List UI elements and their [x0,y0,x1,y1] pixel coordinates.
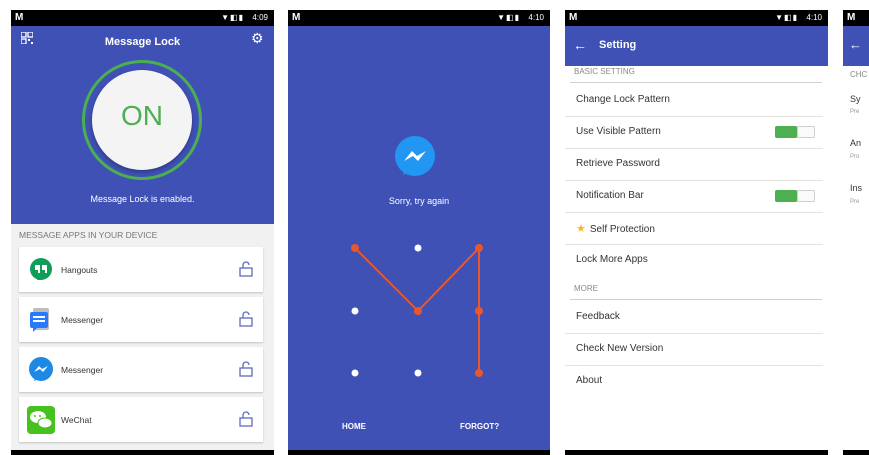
check-new-version-row[interactable]: Check New Version [565,333,823,366]
row-label: About [576,375,603,386]
hangouts-icon [30,258,52,280]
change-lock-pattern-row[interactable]: Change Lock Pattern [565,84,823,117]
message-lock-home-screen: M ▼◧▮ 4:09 Message Lock ⚙ ON Message Loc… [11,10,274,455]
gmail-icon: M [15,12,24,23]
gmail-icon: M [847,12,856,23]
app-name: Hangouts [61,265,98,275]
pattern-dot [475,244,483,252]
back-arrow-icon[interactable]: ← [573,37,587,53]
toggle-track-on [775,126,797,138]
status-time: 4:09 [252,13,268,22]
star-icon: ★ [576,223,586,235]
nav-bar [11,450,274,455]
status-bar: M [843,10,869,26]
unlocked-padlock-icon[interactable] [239,361,253,377]
about-row[interactable]: About [565,365,823,397]
nav-bar [565,450,828,455]
facebook-messenger-icon [29,357,53,381]
signal-icons: ▼◧▮ [775,13,798,22]
feedback-row[interactable]: Feedback [565,301,823,334]
list-item-subtitle: Pre [850,199,860,205]
back-arrow-icon[interactable]: ← [849,37,862,52]
more-header: MORE [574,284,598,293]
pattern-dot [351,244,359,252]
page-title: Setting [599,39,637,51]
pattern-dot [475,307,483,315]
pattern-dot [414,244,422,252]
list-item-title[interactable]: Ins [850,183,862,193]
row-label: Retrieve Password [576,158,660,169]
section-header: CHC [850,70,868,79]
pattern-dot [351,369,359,377]
row-label: Lock More Apps [576,254,648,265]
retrieve-password-row[interactable]: Retrieve Password [565,148,823,181]
row-label: Check New Version [576,343,664,354]
toggle-state-label: ON [121,100,163,131]
nav-bar [288,450,550,455]
status-time: 4:10 [806,13,822,22]
home-button[interactable]: HOME [342,422,366,431]
row-label: Change Lock Pattern [576,94,670,105]
pattern-grid[interactable] [288,10,550,455]
status-message: Message Lock is enabled. [90,194,195,204]
status-bar: M ▼◧▮ 4:10 [565,10,828,26]
row-label: Self Protection [589,224,655,235]
row-label-wrap: ★ Self Protection [576,222,655,235]
list-item-title[interactable]: An [850,138,861,148]
app-name: WeChat [61,415,92,425]
app-title: Message Lock [104,36,181,48]
row-label: Use Visible Pattern [576,126,661,137]
app-card-wechat[interactable]: WeChat [19,397,263,442]
row-label: Notification Bar [576,190,644,201]
unlocked-padlock-icon[interactable] [239,311,253,327]
visible-pattern-row[interactable]: Use Visible Pattern [565,116,823,149]
toggle-knob [797,126,815,138]
lock-more-apps-row[interactable]: Lock More Apps [565,244,823,276]
divider [570,299,822,300]
app-card-messenger[interactable]: Messenger [19,297,263,342]
settings-screen: M ▼◧▮ 4:10 ← Setting BASIC SETTING Chang… [565,10,828,455]
app-name: Messenger [61,315,104,325]
section-header: MESSAGE APPS IN YOUR DEVICE [19,230,158,240]
toggle-track-on [775,190,797,202]
self-protection-row[interactable]: ★ Self Protection [565,212,823,245]
pattern-dot [414,307,422,315]
toggle-knob [797,190,815,202]
pattern-lock-screen: M ▼◧▮ 4:10 Sorry, try again HOME FORGOT? [288,10,550,455]
gear-icon[interactable]: ⚙ [251,31,264,45]
pattern-dot [475,369,483,377]
messenger-blue-icon [30,308,49,332]
app-card-hangouts[interactable]: Hangouts [19,247,263,292]
status-bar: M ▼◧▮ 4:09 [11,10,274,26]
app-name: Messenger [61,365,104,375]
forgot-button[interactable]: FORGOT? [460,422,499,431]
list-item-title[interactable]: Sy [850,94,861,104]
gmail-icon: M [569,12,578,23]
list-item-subtitle: Pro [850,154,860,160]
unlocked-padlock-icon[interactable] [239,261,253,277]
notification-bar-row[interactable]: Notification Bar [565,180,823,213]
pattern-dot [351,307,359,315]
row-label: Feedback [576,311,620,322]
signal-icons: ▼◧▮ [221,13,244,22]
notification-bar-toggle[interactable] [775,190,815,202]
basic-setting-header: BASIC SETTING [574,67,635,76]
pattern-dot [414,369,422,377]
list-item-subtitle: Pre [850,109,860,115]
divider [570,82,822,83]
unlocked-padlock-icon[interactable] [239,411,253,427]
visible-pattern-toggle[interactable] [775,126,815,138]
partial-settings-screen: M ← CHC Sy Pre An Pro Ins Pre [843,10,869,455]
wechat-icon [27,406,55,434]
nav-bar [843,450,869,455]
app-card-facebook-messenger[interactable]: Messenger [19,347,263,392]
